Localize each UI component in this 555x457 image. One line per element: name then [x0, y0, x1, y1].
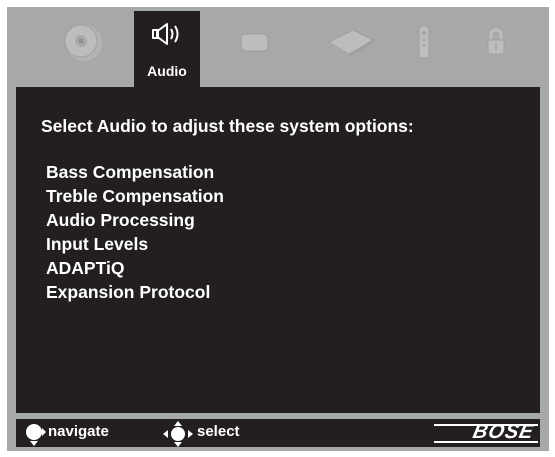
option-list: Bass Compensation Treble Compensation Au… — [46, 160, 224, 304]
lock-icon[interactable] — [481, 17, 511, 67]
footer-bar: navigate select BOSE — [16, 419, 540, 447]
content-panel: Select Audio to adjust these system opti… — [16, 87, 540, 413]
remote-icon[interactable] — [409, 17, 439, 67]
select-label: select — [197, 423, 240, 440]
brand-rule-bottom — [434, 441, 538, 443]
screen-icon[interactable] — [235, 17, 275, 67]
page-title: Select Audio to adjust these system opti… — [41, 116, 414, 136]
navigate-icon — [22, 422, 46, 451]
tab-audio-label: Audio — [147, 63, 187, 79]
option-audio-processing[interactable]: Audio Processing — [46, 208, 224, 232]
category-bar: Audio — [7, 7, 549, 87]
option-adaptiq[interactable]: ADAPTiQ — [46, 256, 224, 280]
option-input-levels[interactable]: Input Levels — [46, 232, 224, 256]
tab-audio[interactable]: Audio — [134, 11, 200, 87]
option-bass-compensation[interactable]: Bass Compensation — [46, 160, 224, 184]
navigate-label: navigate — [48, 423, 109, 440]
menu-frame: Audio Select Audio to adjust these syste… — [7, 7, 549, 451]
select-icon — [163, 421, 193, 452]
network-icon[interactable] — [321, 17, 381, 67]
option-expansion-protocol[interactable]: Expansion Protocol — [46, 280, 224, 304]
disc-icon[interactable] — [59, 17, 109, 67]
option-treble-compensation[interactable]: Treble Compensation — [46, 184, 224, 208]
speaker-icon — [151, 21, 183, 52]
